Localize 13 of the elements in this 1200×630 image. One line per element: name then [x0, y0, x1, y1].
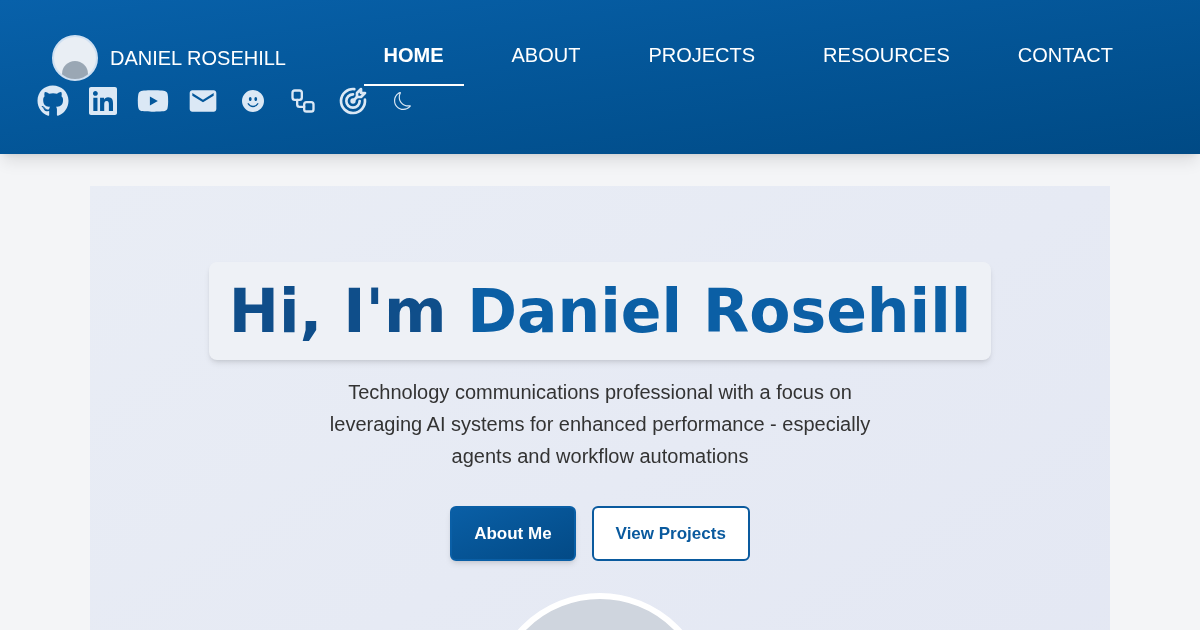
hero-heading: Hi, I'm Daniel Rosehill — [208, 262, 992, 360]
linkedin-icon[interactable] — [87, 84, 119, 118]
nav-link[interactable]: HOME — [363, 30, 464, 86]
hero-tagline: Technology communications professional with a focus on leveraging AI systems for enhanced performance - especially agents and workflow automations — [328, 380, 872, 469]
hero-button[interactable]: View Projects — [591, 506, 750, 561]
nav-link[interactable]: ABOUT — [491, 30, 601, 86]
nav-link[interactable]: PROJECTS — [628, 30, 776, 86]
github-icon[interactable] — [37, 84, 69, 118]
avatar-icon[interactable] — [52, 35, 98, 81]
nav-link[interactable]: CONTACT — [997, 30, 1133, 86]
site-name[interactable]: DANIEL ROSEHILL — [110, 43, 286, 73]
hero-button[interactable]: About Me — [450, 506, 576, 561]
nav-link[interactable]: RESOURCES — [803, 30, 970, 86]
